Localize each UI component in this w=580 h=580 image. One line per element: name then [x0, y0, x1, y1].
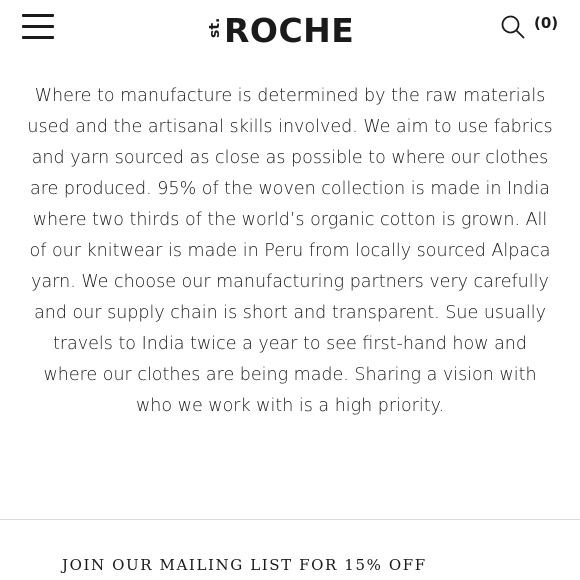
- section-divider: [0, 519, 580, 520]
- site-header: st. ROCHE (0): [0, 0, 580, 62]
- manufacturing-paragraph: Where to manufacture is determined by th…: [27, 86, 553, 416]
- menu-button[interactable]: [20, 12, 56, 40]
- page: st. ROCHE (0) Where to manufacture is de…: [0, 0, 580, 580]
- site-logo[interactable]: st. ROCHE: [207, 8, 377, 52]
- hamburger-menu-icon: [22, 14, 54, 17]
- mailing-list-heading[interactable]: JOIN OUR MAILING LIST FOR 15% OFF: [62, 556, 542, 574]
- cart-count[interactable]: (0): [534, 14, 558, 32]
- search-icon: [501, 15, 525, 39]
- logo-prefix: st.: [207, 17, 223, 38]
- logo-wordmark: ROCHE: [224, 10, 355, 50]
- search-button[interactable]: [500, 14, 526, 40]
